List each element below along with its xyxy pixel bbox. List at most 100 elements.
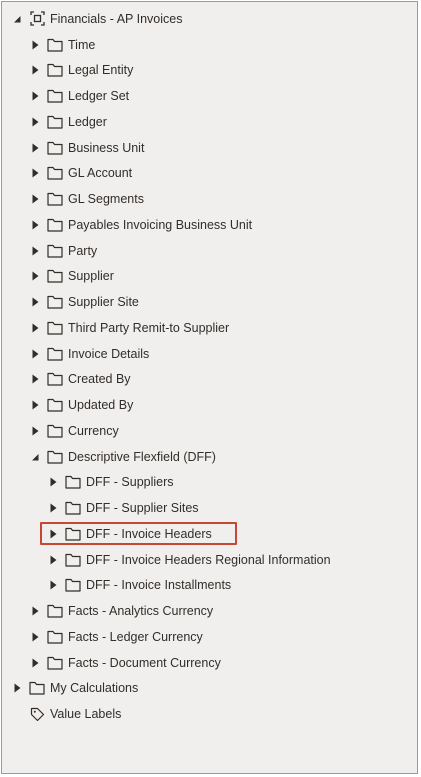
- caret-right-icon[interactable]: [28, 63, 42, 77]
- tree-node-created-by[interactable]: Created By: [2, 367, 417, 393]
- folder-icon: [46, 87, 64, 105]
- tree-root-financials-ap-invoices[interactable]: Financials - AP Invoices: [2, 6, 417, 32]
- tree-node-label: Facts - Ledger Currency: [68, 629, 203, 644]
- folder-icon: [46, 216, 64, 234]
- folder-icon: [46, 448, 64, 466]
- tree-node-dff-supplier-sites[interactable]: DFF - Supplier Sites: [2, 495, 417, 521]
- tree-node-my-calculations[interactable]: My Calculations: [2, 676, 417, 702]
- caret-right-icon[interactable]: [28, 630, 42, 644]
- folder-icon: [46, 602, 64, 620]
- tree-node-dff-invoice-headers[interactable]: DFF - Invoice Headers: [2, 521, 417, 547]
- tree-node-gl-account[interactable]: GL Account: [2, 161, 417, 187]
- folder-icon: [46, 190, 64, 208]
- tree-node-supplier-site[interactable]: Supplier Site: [2, 289, 417, 315]
- folder-icon: [46, 345, 64, 363]
- tree-node-label: Facts - Analytics Currency: [68, 604, 214, 619]
- tree-node-facts-analytics-currency[interactable]: Facts - Analytics Currency: [2, 598, 417, 624]
- tree-node-label: GL Segments: [68, 192, 144, 207]
- caret-down-icon[interactable]: [28, 450, 42, 464]
- tree-node-label: Created By: [68, 372, 131, 387]
- tree-node-gl-segments[interactable]: GL Segments: [2, 186, 417, 212]
- caret-right-icon[interactable]: [28, 115, 42, 129]
- folder-icon: [46, 293, 64, 311]
- caret-right-icon[interactable]: [28, 141, 42, 155]
- tree-node-label: My Calculations: [50, 681, 139, 696]
- tree-node-legal-entity[interactable]: Legal Entity: [2, 58, 417, 84]
- caret-right-icon[interactable]: [46, 553, 60, 567]
- tree-node-supplier[interactable]: Supplier: [2, 264, 417, 290]
- caret-right-icon[interactable]: [46, 475, 60, 489]
- tree-node-label: Updated By: [68, 398, 134, 413]
- caret-right-icon[interactable]: [28, 321, 42, 335]
- tag-icon: [28, 705, 46, 723]
- tree-node-business-unit[interactable]: Business Unit: [2, 135, 417, 161]
- tree-node-label: Payables Invoicing Business Unit: [68, 217, 253, 232]
- caret-right-icon[interactable]: [46, 527, 60, 541]
- tree-node-facts-document-currency[interactable]: Facts - Document Currency: [2, 650, 417, 676]
- tree-node-descriptive-flexfield[interactable]: Descriptive Flexfield (DFF): [2, 444, 417, 470]
- folder-icon: [46, 242, 64, 260]
- folder-icon: [46, 370, 64, 388]
- tree-node-label: Legal Entity: [68, 63, 134, 78]
- tree-node-label: Supplier Site: [68, 295, 139, 310]
- tree-node-time[interactable]: Time: [2, 32, 417, 58]
- caret-right-icon[interactable]: [28, 269, 42, 283]
- caret-right-icon[interactable]: [28, 166, 42, 180]
- folder-icon: [46, 36, 64, 54]
- tree-node-label: Value Labels: [50, 707, 122, 722]
- folder-icon: [46, 396, 64, 414]
- tree-node-currency[interactable]: Currency: [2, 418, 417, 444]
- caret-right-icon[interactable]: [28, 347, 42, 361]
- tree-node-dff-invoice-installments[interactable]: DFF - Invoice Installments: [2, 573, 417, 599]
- tree-node-invoice-details[interactable]: Invoice Details: [2, 341, 417, 367]
- tree-node-label: DFF - Invoice Installments: [86, 578, 232, 593]
- folder-icon: [46, 139, 64, 157]
- tree-node-facts-ledger-currency[interactable]: Facts - Ledger Currency: [2, 624, 417, 650]
- folder-icon: [46, 113, 64, 131]
- folder-icon: [46, 267, 64, 285]
- caret-right-icon[interactable]: [28, 244, 42, 258]
- tree-node-label: Time: [68, 37, 96, 52]
- tree-node-label: Currency: [68, 423, 119, 438]
- tree-node-label: DFF - Suppliers: [86, 475, 174, 490]
- caret-right-icon[interactable]: [28, 424, 42, 438]
- tree-node-payables-invoicing-business-unit[interactable]: Payables Invoicing Business Unit: [2, 212, 417, 238]
- tree-node-ledger[interactable]: Ledger: [2, 109, 417, 135]
- tree-node-dff-invoice-headers-regional-information[interactable]: DFF - Invoice Headers Regional Informati…: [2, 547, 417, 573]
- tree-node-label: Ledger: [68, 114, 107, 129]
- tree-node-ledger-set[interactable]: Ledger Set: [2, 83, 417, 109]
- folder-icon: [64, 576, 82, 594]
- caret-right-icon[interactable]: [10, 681, 24, 695]
- caret-right-icon[interactable]: [28, 192, 42, 206]
- folder-icon: [46, 628, 64, 646]
- caret-down-icon[interactable]: [10, 12, 24, 26]
- folder-icon: [46, 654, 64, 672]
- folder-icon: [64, 473, 82, 491]
- tree-node-label: Third Party Remit-to Supplier: [68, 320, 230, 335]
- tree-node-label: DFF - Invoice Headers Regional Informati…: [86, 552, 331, 567]
- tree-node-label: DFF - Supplier Sites: [86, 501, 199, 516]
- subject-area-icon: [28, 10, 46, 28]
- tree-node-dff-suppliers[interactable]: DFF - Suppliers: [2, 470, 417, 496]
- folder-icon: [64, 551, 82, 569]
- caret-right-icon[interactable]: [28, 38, 42, 52]
- caret-right-icon[interactable]: [28, 218, 42, 232]
- folder-icon: [28, 679, 46, 697]
- data-tree: Financials - AP Invoices Time Legal Enti…: [2, 6, 417, 727]
- tree-node-label: Invoice Details: [68, 346, 150, 361]
- caret-right-icon[interactable]: [46, 578, 60, 592]
- caret-right-icon[interactable]: [46, 501, 60, 515]
- folder-icon: [64, 525, 82, 543]
- caret-right-icon[interactable]: [28, 656, 42, 670]
- tree-node-updated-by[interactable]: Updated By: [2, 392, 417, 418]
- caret-right-icon[interactable]: [28, 604, 42, 618]
- caret-right-icon[interactable]: [28, 295, 42, 309]
- tree-node-value-labels[interactable]: Value Labels: [2, 701, 417, 727]
- caret-right-icon[interactable]: [28, 89, 42, 103]
- caret-right-icon[interactable]: [28, 372, 42, 386]
- caret-right-icon[interactable]: [28, 398, 42, 412]
- tree-node-third-party-remit-to-supplier[interactable]: Third Party Remit-to Supplier: [2, 315, 417, 341]
- folder-icon: [46, 164, 64, 182]
- tree-node-party[interactable]: Party: [2, 238, 417, 264]
